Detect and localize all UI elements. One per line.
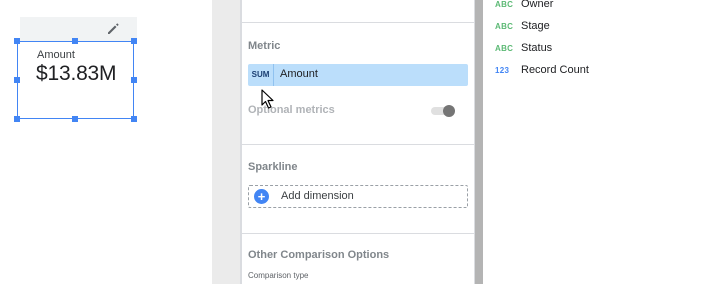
text-type-icon: ABC [495, 44, 514, 53]
sparkline-section-title: Sparkline [248, 161, 298, 173]
toggle-thumb [443, 105, 455, 117]
field-item-record-count[interactable]: 123 Record Count [483, 62, 706, 82]
field-name: Status [521, 42, 553, 54]
resize-handle-top[interactable] [72, 38, 78, 44]
add-dimension-button[interactable]: + Add dimension [248, 185, 468, 208]
panel-gutter [475, 0, 483, 284]
resize-handle-top-left[interactable] [14, 38, 20, 44]
aggregation-badge[interactable]: SUM [248, 64, 274, 86]
scorecard-label: Amount [37, 49, 75, 61]
field-item-owner[interactable]: ABC Owner [483, 0, 706, 16]
metric-section-title: Metric [248, 40, 281, 52]
section-divider [242, 233, 475, 234]
resize-handle-bottom-left[interactable] [14, 116, 20, 122]
section-divider [242, 144, 475, 145]
field-item-status[interactable]: ABC Status [483, 40, 706, 60]
field-name: Stage [521, 20, 550, 32]
field-item-stage[interactable]: ABC Stage [483, 18, 706, 38]
optional-metrics-label: Optional metrics [248, 104, 335, 116]
metric-chip-label: Amount [280, 68, 318, 80]
resize-handle-top-right[interactable] [131, 38, 137, 44]
text-type-icon: ABC [495, 0, 514, 9]
add-dimension-label: Add dimension [281, 190, 354, 202]
canvas-gutter [212, 0, 242, 284]
other-comparison-options-title: Other Comparison Options [248, 249, 390, 261]
properties-panel: Metric SUM Amount Optional metrics Spark… [242, 0, 475, 284]
pencil-icon[interactable] [106, 22, 120, 36]
text-type-icon: ABC [495, 22, 514, 31]
resize-handle-left[interactable] [14, 77, 20, 83]
scorecard-value: $13.83M [36, 62, 117, 85]
optional-metrics-toggle[interactable] [431, 105, 457, 117]
plus-icon: + [254, 189, 269, 204]
scorecard-chart[interactable]: Amount $13.83M [17, 41, 134, 119]
section-divider [242, 22, 475, 23]
available-fields-list: ABC Owner ABC Stage ABC Status 123 Recor… [483, 0, 706, 284]
resize-handle-bottom[interactable] [72, 116, 78, 122]
field-name: Owner [521, 0, 554, 10]
comparison-type-label: Comparison type [248, 271, 309, 280]
field-name: Record Count [521, 64, 589, 76]
resize-handle-right[interactable] [131, 77, 137, 83]
metric-chip-amount[interactable]: SUM Amount [248, 64, 468, 86]
number-type-icon: 123 [495, 66, 510, 75]
report-canvas[interactable]: Amount $13.83M [0, 0, 212, 284]
resize-handle-bottom-right[interactable] [131, 116, 137, 122]
